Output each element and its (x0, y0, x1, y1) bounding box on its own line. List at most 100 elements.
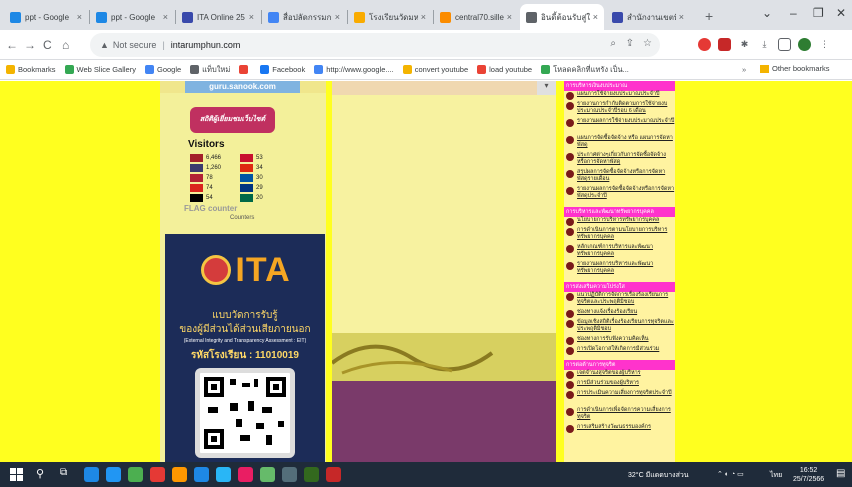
dropdown-arrow-icon[interactable]: ▾ (537, 81, 556, 95)
extension-pdf-icon[interactable] (718, 38, 731, 51)
bookmark-star-icon[interactable]: ☆ (643, 38, 652, 49)
tab[interactable]: ppt - Google × (4, 4, 88, 30)
menu-link[interactable]: หลักเกณฑ์การบริหารและพัฒนาทรัพยากรบุคคล (564, 244, 675, 258)
back-button[interactable]: ← (6, 38, 18, 52)
bookmark-item[interactable]: โหลดคลิกที่แทรัง เป็น... (541, 64, 629, 76)
taskbar-app-icon[interactable] (326, 467, 341, 482)
taskbar-app-icon[interactable] (260, 467, 275, 482)
extension-opera-icon[interactable] (698, 38, 711, 51)
warning-icon[interactable]: ▲ (100, 40, 109, 50)
notification-icon[interactable]: ▤ (836, 468, 845, 479)
bookmark-item[interactable]: load youtube (477, 65, 532, 74)
tab-search-button[interactable]: ⌄ (762, 6, 772, 20)
bookmark-item[interactable]: แท็บใหม่ (190, 64, 230, 76)
taskbar-app-icon[interactable] (304, 467, 319, 482)
search-icon[interactable]: ⚲ (36, 467, 44, 480)
address-bar[interactable]: ▲ Not secure | intarumphun.com ⌕ ⇪ ☆ (90, 33, 660, 57)
taskbar-app-icon[interactable] (238, 467, 253, 482)
menu-link[interactable]: ช่องทางแจ้งเรื่องร้องเรียน (564, 309, 675, 318)
menu-link[interactable]: รายงานการกำกับติดตามการใช้จ่ายงบประมาณปร… (564, 101, 675, 115)
menu-link[interactable]: ข้อมูลเชิงสถิติเรื่องร้องเรียนการทุจริตแ… (564, 319, 675, 333)
weather-widget[interactable]: 32°C มีแดดบางส่วน (628, 470, 689, 481)
zoom-search-icon[interactable]: ⌕ (610, 38, 616, 49)
taskbar-app-icon[interactable] (282, 467, 297, 482)
close-tab-icon[interactable]: × (679, 12, 684, 22)
menu-link[interactable]: แผนการจัดซื้อจัดจ้าง หรือ แผนการจัดหาพัส… (564, 135, 675, 149)
close-tab-icon[interactable]: × (421, 12, 426, 22)
menu-link[interactable]: รายงานผลการบริหารและพัฒนาทรัพยากรบุคคล (564, 261, 675, 275)
side-panel-icon[interactable] (778, 38, 791, 51)
bookmark-item[interactable]: Google (144, 65, 181, 74)
menu-link[interactable]: สรุปผลการจัดซื้อจัดจ้างหรือการจัดหาพัสดุ… (564, 169, 675, 183)
maximize-button[interactable]: ❐ (813, 6, 824, 20)
close-tab-icon[interactable]: × (335, 12, 340, 22)
bookmark-item[interactable]: http://www.google.... (314, 65, 394, 74)
menu-link[interactable]: เจตจำนงสุจริตของผู้บริหาร (564, 370, 675, 379)
menu-link[interactable]: ประกาศต่างๆเกี่ยวกับการจัดซื้อจัดจ้างหรื… (564, 152, 675, 166)
menu-link[interactable]: รายงานผลการใช้จ่ายงบประมาณประจำปี (564, 118, 675, 127)
flag-counter-logo[interactable]: FLAG counter (184, 204, 237, 213)
menu-link[interactable]: นโยบายการบริหารทรัพยากรบุคคล (564, 217, 675, 226)
ita-banner[interactable]: ITA แบบวัดการรับรู้ ของผู้มีส่วนได้ส่วนเ… (165, 234, 325, 462)
menu-link[interactable]: การประเมินความเสี่ยงการทุจริตประจำปี (564, 390, 675, 399)
share-icon[interactable]: ⇪ (626, 38, 634, 49)
bookmark-item[interactable] (239, 65, 251, 74)
forward-button[interactable]: → (24, 38, 36, 52)
clock[interactable]: 16:52 25/7/2566 (793, 466, 824, 484)
reload-button[interactable]: C (43, 38, 52, 52)
menu-link[interactable]: แนวปฏิบัติการจัดการเรื่องร้องเรียนการทุจ… (564, 292, 675, 306)
bookmark-item[interactable]: convert youtube (402, 65, 468, 74)
menu-link-label: การเสริมสร้างวัฒนธรรมองค์กร (577, 424, 651, 430)
slideshow-image[interactable] (332, 81, 537, 95)
taskbar-app-icon[interactable] (194, 467, 209, 482)
tab[interactable]: อินดี้ต้อนรับสู่ใ × (520, 4, 604, 30)
close-tab-icon[interactable]: × (249, 12, 254, 22)
taskbar-app-icon[interactable] (150, 467, 165, 482)
download-icon[interactable]: ⤓ (758, 38, 771, 51)
close-tab-icon[interactable]: × (163, 12, 168, 22)
tab[interactable]: สื่อปลัดกรรมการ× (262, 4, 346, 30)
new-tab-button[interactable]: + (705, 8, 713, 24)
taskbar-app-icon[interactable] (128, 467, 143, 482)
system-tray-icons[interactable]: ⌃ ◐ ◔ ▭ (717, 470, 744, 478)
bookmark-item[interactable]: Bookmarks (6, 65, 56, 74)
taskbar-app-icon[interactable] (216, 467, 231, 482)
taskbar-app-icon[interactable] (172, 467, 187, 482)
gear-bullet-icon (566, 170, 574, 178)
bookmark-item[interactable]: Facebook (260, 65, 305, 74)
guru-sanook-banner[interactable]: guru.sanook.com (185, 81, 300, 93)
menu-link[interactable]: แผนการใช้จ่ายงบประมาณประจำปี (564, 91, 675, 100)
home-button[interactable]: ⌂ (62, 38, 69, 52)
tab[interactable]: โรงเรียนวัดมหาก× (348, 4, 432, 30)
menu-link[interactable]: ช่องทางการรับฟังความคิดเห็น (564, 336, 675, 345)
input-language[interactable]: ไทย (770, 470, 782, 481)
close-tab-icon[interactable]: × (507, 12, 512, 22)
close-tab-icon[interactable]: × (77, 12, 82, 22)
tab[interactable]: ppt - Google × (90, 4, 174, 30)
taskbar-app-icon[interactable] (106, 467, 121, 482)
menu-kebab-icon[interactable]: ⋮ (818, 38, 831, 51)
profile-avatar[interactable] (798, 38, 811, 51)
menu-link[interactable]: การดำเนินการตามนโยบายการบริหารทรัพยากรบุ… (564, 227, 675, 241)
web-page: guru.sanook.com สถิติผู้เยี่ยมชมเว็บไซต์… (0, 81, 852, 462)
url-text[interactable]: intarumphun.com (171, 40, 241, 50)
tab[interactable]: สำนักงานเขตพื้ × (606, 4, 690, 30)
menu-link[interactable]: การเปิดโอกาสให้เกิดการมีส่วนร่วม (564, 346, 675, 355)
menu-link[interactable]: การดำเนินการเพื่อจัดการความเสี่ยงการทุจร… (564, 407, 675, 421)
taskbar-app-icon[interactable] (84, 467, 99, 482)
qr-code[interactable] (195, 368, 295, 458)
extensions-icon[interactable]: ✱ (738, 38, 751, 51)
other-bookmarks[interactable]: Other bookmarks (760, 64, 830, 73)
close-tab-icon[interactable]: × (593, 12, 598, 22)
tab[interactable]: central70.sille × (434, 4, 518, 30)
menu-link[interactable]: การมีส่วนร่วมของผู้บริหาร (564, 380, 675, 389)
windows-start-icon[interactable] (10, 468, 23, 481)
bookmarks-overflow-button[interactable]: » (742, 65, 746, 74)
close-window-button[interactable]: ✕ (836, 6, 846, 20)
task-view-icon[interactable]: ⧉ (60, 467, 67, 478)
menu-link[interactable]: รายงานผลการจัดซื้อจัดจ้างหรือการจัดหาพัส… (564, 186, 675, 200)
menu-link[interactable]: การเสริมสร้างวัฒนธรรมองค์กร (564, 424, 675, 433)
tab[interactable]: ITA Online 25 × (176, 4, 260, 30)
minimize-button[interactable]: – (790, 6, 797, 20)
bookmark-item[interactable]: Web Slice Gallery (64, 65, 136, 74)
